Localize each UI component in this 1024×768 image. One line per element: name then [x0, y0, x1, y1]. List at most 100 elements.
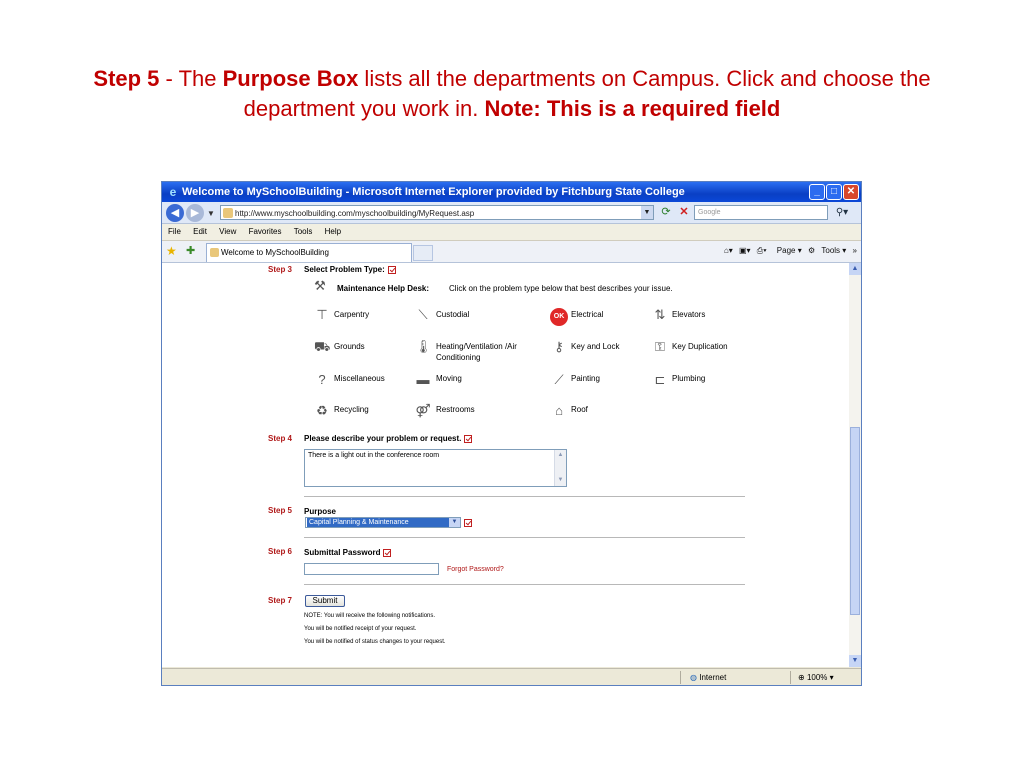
problem-electrical[interactable]: Electrical: [571, 309, 603, 320]
add-favorite-icon[interactable]: ✚: [186, 244, 195, 258]
page-content: Step 3 Select Problem Type: ⚒ Maintenanc…: [162, 263, 849, 667]
step-label: Step 5: [93, 66, 160, 91]
command-bar: ⌂▾ ▣▾ ⎙▾ Page ▾ ⚙ Tools ▾ »: [720, 244, 857, 258]
paintbrush-icon[interactable]: ⟋: [551, 372, 567, 388]
new-tab-button[interactable]: [413, 245, 433, 261]
problem-hvac[interactable]: Heating/Ventilation /Air Conditioning: [436, 341, 546, 363]
ok-badge-icon[interactable]: OK: [550, 308, 568, 326]
problem-grounds[interactable]: Grounds: [334, 341, 365, 352]
menu-edit[interactable]: Edit: [193, 227, 207, 236]
page-menu-button[interactable]: Page ▾: [773, 246, 802, 255]
problem-key-duplication[interactable]: Key Duplication: [672, 341, 728, 352]
refresh-icon[interactable]: ⟳: [658, 205, 674, 220]
tab-favicon-icon: [210, 248, 219, 257]
problem-moving[interactable]: Moving: [436, 373, 462, 384]
zoom-icon: ⊕: [798, 673, 805, 682]
menu-file[interactable]: File: [168, 227, 181, 236]
mop-icon[interactable]: ⟍: [415, 307, 431, 323]
problem-roof[interactable]: Roof: [571, 404, 588, 415]
scroll-up-icon[interactable]: ▲: [849, 263, 861, 275]
stop-icon[interactable]: ✕: [676, 205, 692, 220]
password-input[interactable]: [304, 563, 439, 575]
problem-recycling[interactable]: Recycling: [334, 404, 369, 415]
restroom-icon[interactable]: ⚤: [415, 403, 431, 419]
problem-plumbing[interactable]: Plumbing: [672, 373, 705, 384]
back-button[interactable]: ◀: [166, 204, 184, 222]
step6-title-text: Submittal Password: [304, 548, 381, 557]
home-icon[interactable]: ⌂▾: [724, 246, 733, 255]
tools-menu-button[interactable]: ⚙ Tools ▾: [808, 246, 846, 255]
problem-painting[interactable]: Painting: [571, 373, 600, 384]
notification-note: NOTE: You will receive the following not…: [304, 613, 436, 619]
divider: [304, 584, 745, 585]
purpose-select[interactable]: Capital Planning & Maintenance ▼: [305, 517, 461, 528]
chevron-more-icon[interactable]: »: [853, 246, 857, 255]
menu-favorites[interactable]: Favorites: [249, 227, 282, 236]
chevron-down-icon[interactable]: ▼: [449, 518, 460, 527]
elevator-icon[interactable]: ⇅: [652, 307, 668, 323]
help-desk-desc: Click on the problem type below that bes…: [449, 284, 673, 293]
browser-tab[interactable]: Welcome to MySchoolBuilding: [206, 243, 412, 262]
zoom-level: 100%: [806, 673, 828, 682]
page-scrollbar[interactable]: ▲ ▼: [849, 263, 861, 667]
step3-title-text: Select Problem Type:: [304, 265, 385, 274]
submit-button[interactable]: Submit: [305, 595, 345, 607]
menu-help[interactable]: Help: [325, 227, 341, 236]
problem-miscellaneous[interactable]: Miscellaneous: [334, 373, 385, 384]
problem-restrooms[interactable]: Restrooms: [436, 404, 475, 415]
favorites-star-icon[interactable]: ★: [166, 244, 177, 258]
scroll-thumb[interactable]: [850, 427, 860, 615]
menu-view[interactable]: View: [219, 227, 236, 236]
history-dropdown-icon[interactable]: ▼: [207, 209, 215, 218]
minimize-button[interactable]: _: [809, 184, 825, 200]
key-icon[interactable]: ⚷: [551, 339, 567, 355]
scroll-up-icon[interactable]: ▲: [556, 451, 565, 460]
step4-label: Step 4: [268, 434, 293, 443]
page-favicon-icon: [223, 208, 233, 218]
zone-label: Internet: [699, 673, 727, 682]
roof-house-icon[interactable]: ⌂: [551, 403, 567, 419]
scroll-down-icon[interactable]: ▼: [556, 476, 565, 485]
feeds-icon[interactable]: ▣▾: [739, 246, 751, 255]
forgot-password-link[interactable]: Forgot Password?: [447, 566, 504, 573]
menu-tools[interactable]: Tools: [294, 227, 313, 236]
scroll-down-icon[interactable]: ▼: [849, 655, 861, 667]
hammer-icon[interactable]: ⊤: [314, 307, 330, 323]
close-button[interactable]: ✕: [843, 184, 859, 200]
page-menu-label: Page: [776, 246, 796, 255]
url-field[interactable]: http://www.myschoolbuilding.com/myschool…: [220, 205, 654, 220]
textarea-scrollbar[interactable]: ▲ ▼: [554, 450, 566, 486]
key-duplication-icon[interactable]: ⚿: [652, 339, 668, 355]
description-textarea[interactable]: There is a light out in the conference r…: [304, 449, 567, 487]
maximize-button[interactable]: □: [826, 184, 842, 200]
url-dropdown-icon[interactable]: ▼: [641, 206, 653, 219]
problem-elevators[interactable]: Elevators: [672, 309, 705, 320]
status-separator: [790, 671, 791, 684]
divider: [304, 496, 745, 497]
recycling-icon[interactable]: ♻: [314, 403, 330, 419]
search-icon[interactable]: ⚲▾: [831, 205, 853, 220]
security-zone: ◍ Internet: [690, 669, 727, 685]
problem-carpentry[interactable]: Carpentry: [334, 309, 369, 320]
status-bar: ◍ Internet ⊕ 100% ▾: [162, 668, 861, 685]
moving-truck-icon[interactable]: ▬: [415, 372, 431, 388]
url-text: http://www.myschoolbuilding.com/myschool…: [235, 209, 475, 218]
globe-icon: ◍: [690, 673, 697, 682]
pipe-icon[interactable]: ⊏: [652, 372, 668, 388]
thermometer-icon[interactable]: 🌡: [415, 339, 432, 355]
purpose-selected-value: Capital Planning & Maintenance: [307, 518, 449, 527]
problem-key-lock[interactable]: Key and Lock: [571, 341, 619, 352]
slide-title: Step 5 - The Purpose Box lists all the d…: [40, 64, 984, 124]
tab-toolbar: ★ ✚ Welcome to MySchoolBuilding ⌂▾ ▣▾ ⎙▾…: [162, 241, 861, 263]
window-titlebar[interactable]: e Welcome to MySchoolBuilding - Microsof…: [162, 182, 861, 202]
wheelbarrow-icon[interactable]: ⛟: [314, 339, 330, 355]
problem-custodial[interactable]: Custodial: [436, 309, 469, 320]
question-mark-icon[interactable]: ?: [314, 372, 330, 388]
print-icon[interactable]: ⎙▾: [757, 246, 767, 255]
required-check-icon: [464, 519, 472, 527]
forward-button[interactable]: ▶: [186, 204, 204, 222]
required-check-icon: [464, 434, 473, 443]
search-input[interactable]: Google: [694, 205, 828, 220]
ie-logo-icon: e: [169, 185, 177, 199]
zoom-control[interactable]: ⊕ 100% ▾: [798, 669, 834, 685]
